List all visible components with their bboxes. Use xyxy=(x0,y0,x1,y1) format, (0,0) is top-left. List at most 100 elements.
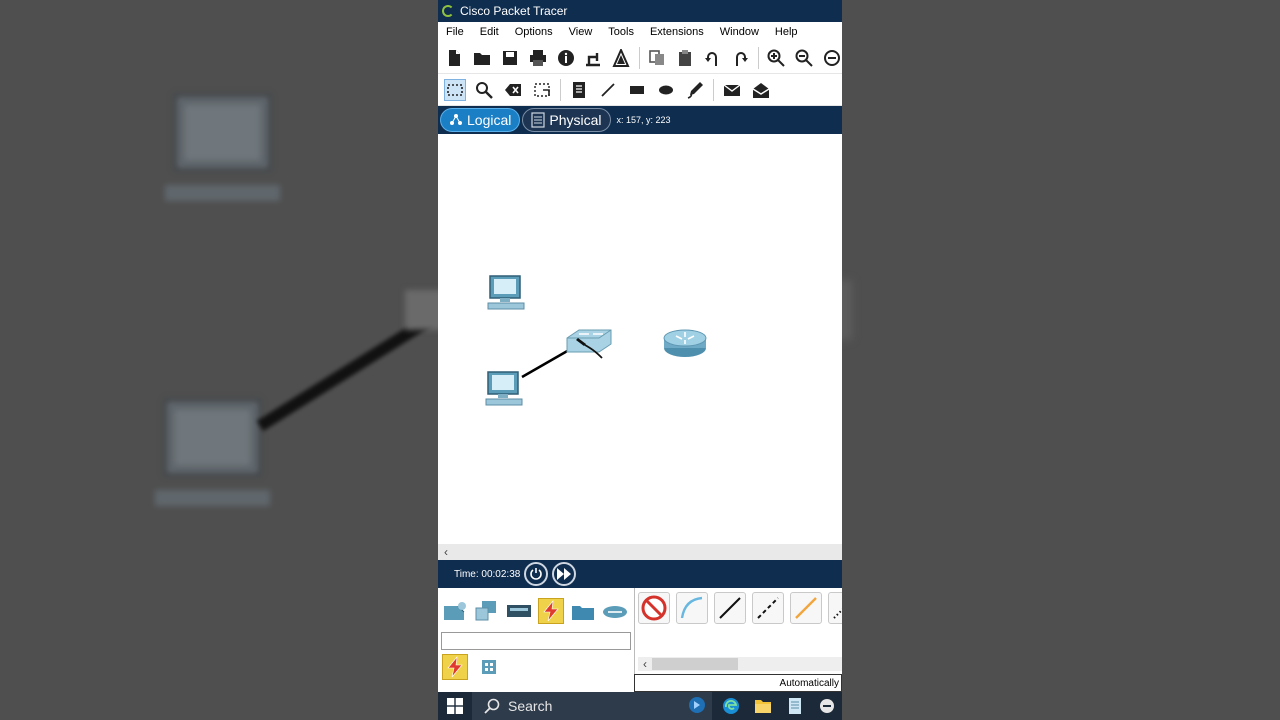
tab-physical[interactable]: Physical xyxy=(522,108,611,132)
scroll-left-icon[interactable]: ‹ xyxy=(638,657,652,671)
logical-network-icon xyxy=(450,114,462,125)
menu-edit[interactable]: Edit xyxy=(480,26,499,38)
connections-category-icon[interactable] xyxy=(538,598,564,624)
physical-rack-icon xyxy=(531,112,545,128)
activity-wizard-icon[interactable] xyxy=(611,47,632,69)
delete-tool-icon[interactable] xyxy=(502,79,524,101)
add-complex-pdu-icon[interactable] xyxy=(750,79,772,101)
taskbar-search-label: Search xyxy=(508,698,553,714)
menu-view[interactable]: View xyxy=(569,26,593,38)
console-cable-icon[interactable] xyxy=(676,592,708,624)
pc-icon xyxy=(165,93,280,201)
no-connection-icon[interactable] xyxy=(638,592,670,624)
copy-icon[interactable] xyxy=(647,47,668,69)
logical-workspace-canvas[interactable] xyxy=(438,134,842,544)
tab-physical-label: Physical xyxy=(549,112,602,128)
windows-start-icon[interactable] xyxy=(438,692,472,720)
connection-description-box: Automatically xyxy=(634,674,842,692)
device-subcategory-list xyxy=(442,654,502,680)
info-icon[interactable] xyxy=(555,47,576,69)
miscellaneous-icon[interactable] xyxy=(570,598,596,624)
background-switch-shape xyxy=(405,290,438,330)
window-title: Cisco Packet Tracer xyxy=(460,4,568,18)
packet-tracer-window: Cisco Packet Tracer File Edit Options Vi… xyxy=(438,0,842,720)
print-icon[interactable] xyxy=(527,47,548,69)
add-simple-pdu-icon[interactable] xyxy=(721,79,743,101)
canvas-horizontal-scrollbar[interactable]: ‹ xyxy=(438,544,842,560)
switch-icon[interactable] xyxy=(566,329,612,353)
background-router-shape xyxy=(842,280,852,340)
zoom-reset-icon[interactable] xyxy=(793,47,814,69)
connection-type-list xyxy=(638,592,842,624)
draw-rectangle-icon[interactable] xyxy=(626,79,648,101)
phone-cable-icon[interactable] xyxy=(828,592,842,624)
network-wizard-icon[interactable] xyxy=(583,47,604,69)
scroll-left-icon[interactable]: ‹ xyxy=(438,545,454,559)
end-devices-icon[interactable] xyxy=(474,598,500,624)
new-file-icon[interactable] xyxy=(444,47,465,69)
inspect-tool-icon[interactable] xyxy=(473,79,495,101)
search-highlight-icon xyxy=(688,696,706,717)
pc-icon xyxy=(155,398,270,506)
network-devices-icon[interactable] xyxy=(442,598,468,624)
paste-icon[interactable] xyxy=(674,47,695,69)
simulation-time: Time: 00:02:38 xyxy=(454,568,521,580)
cursor-coordinates: x: 157, y: 223 xyxy=(616,115,671,125)
fiber-cable-icon[interactable] xyxy=(790,592,822,624)
redo-icon[interactable] xyxy=(730,47,751,69)
open-folder-icon[interactable] xyxy=(472,47,493,69)
tab-logical-label: Logical xyxy=(467,112,512,128)
menu-bar: File Edit Options View Tools Extensions … xyxy=(438,22,842,42)
device-category-list xyxy=(442,598,628,624)
background-left-panel xyxy=(0,0,438,720)
tab-logical[interactable]: Logical xyxy=(440,108,521,132)
save-icon[interactable] xyxy=(500,47,521,69)
draw-line-icon[interactable] xyxy=(597,79,619,101)
structured-cabling-icon[interactable] xyxy=(476,654,502,680)
search-icon xyxy=(484,698,500,714)
draw-ellipse-icon[interactable] xyxy=(655,79,677,101)
connection-description-text: Automatically xyxy=(779,677,839,689)
connections-subcategory-icon[interactable] xyxy=(442,654,468,680)
pc-icon[interactable] xyxy=(487,275,525,310)
zoom-out-icon[interactable] xyxy=(821,47,842,69)
menu-extensions[interactable]: Extensions xyxy=(650,26,704,38)
fast-forward-icon xyxy=(557,568,572,580)
undo-icon[interactable] xyxy=(702,47,723,69)
device-search-input[interactable] xyxy=(441,632,631,650)
realtime-bar: Time: 00:02:38 xyxy=(438,560,842,588)
menu-file[interactable]: File xyxy=(446,26,464,38)
pc-icon[interactable] xyxy=(485,371,523,406)
menu-window[interactable]: Window xyxy=(720,26,759,38)
edit-toolbar xyxy=(438,74,842,106)
components-icon[interactable] xyxy=(506,598,532,624)
taskbar-search-box[interactable]: Search xyxy=(472,692,712,720)
workspace-view-bar: Logical Physical x: 157, y: 223 xyxy=(438,106,842,134)
file-explorer-icon[interactable] xyxy=(754,697,772,715)
router-icon[interactable] xyxy=(663,329,707,357)
connection-list-scrollbar[interactable]: ‹ xyxy=(638,657,842,671)
taskbar-pinned-apps xyxy=(712,697,836,715)
device-selection-panel: ‹ Automatically xyxy=(438,588,842,692)
edge-browser-icon[interactable] xyxy=(722,697,740,715)
notepad-icon[interactable] xyxy=(786,697,804,715)
zoom-in-icon[interactable] xyxy=(766,47,787,69)
multiuser-connection-icon[interactable] xyxy=(602,598,628,624)
topology-diagram xyxy=(485,275,707,406)
main-toolbar xyxy=(438,42,842,74)
copper-straight-through-icon[interactable] xyxy=(714,592,746,624)
fast-forward-time-button[interactable] xyxy=(552,562,577,586)
menu-help[interactable]: Help xyxy=(775,26,798,38)
scrollbar-thumb[interactable] xyxy=(652,658,738,670)
menu-options[interactable]: Options xyxy=(515,26,553,38)
packet-tracer-taskbar-icon[interactable] xyxy=(818,697,836,715)
select-tool-icon[interactable] xyxy=(444,78,466,101)
copper-cross-over-icon[interactable] xyxy=(752,592,784,624)
packet-tracer-logo-icon xyxy=(442,5,454,17)
menu-tools[interactable]: Tools xyxy=(608,26,634,38)
background-link-line xyxy=(256,314,433,432)
freeform-icon[interactable] xyxy=(684,79,706,101)
place-note-icon[interactable] xyxy=(568,79,590,101)
resize-shape-icon[interactable] xyxy=(531,79,553,101)
power-cycle-devices-button[interactable] xyxy=(524,562,549,586)
